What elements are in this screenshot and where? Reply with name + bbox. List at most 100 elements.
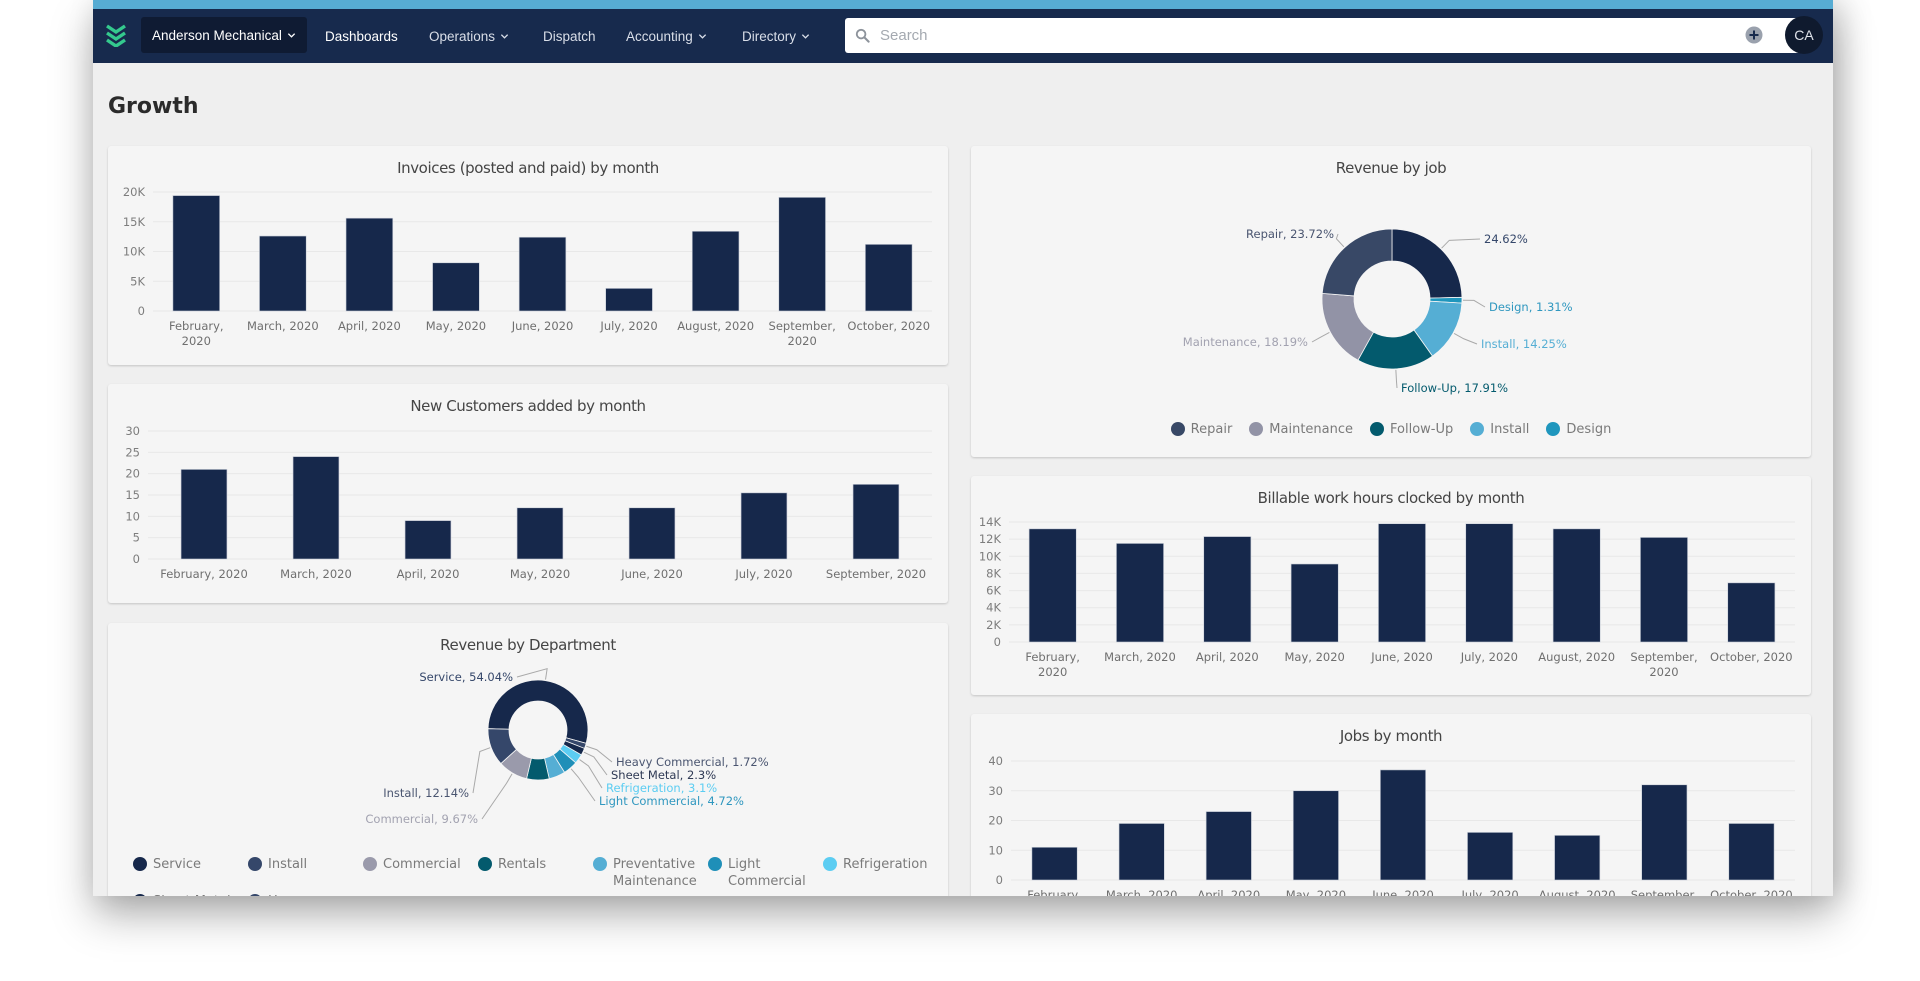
x-tick-label: October, 2020 [847, 319, 930, 333]
x-tick-label: October, 2020 [1710, 650, 1793, 664]
x-tick-label: August, 2020 [677, 319, 754, 333]
bar[interactable] [1205, 811, 1252, 881]
y-tick-label: 20 [125, 467, 140, 481]
bar[interactable] [1641, 784, 1688, 881]
bar[interactable] [1118, 823, 1165, 881]
y-tick-label: 40 [988, 754, 1003, 768]
legend-item[interactable]: Light Commercial [708, 856, 823, 890]
bar[interactable] [518, 236, 567, 312]
slice-label: Heavy Commercial, 1.72% [616, 755, 769, 769]
revenue-by-job-donut: 24.62% Design, 1.31% Install, 14.25% Follow… [1183, 227, 1573, 395]
nav-dashboards[interactable]: Dashboards [325, 9, 398, 63]
legend-item[interactable]: Rentals [478, 856, 593, 890]
bar[interactable] [1465, 523, 1514, 643]
x-tick-label: February, 2020 [169, 319, 224, 348]
legend-swatch [1470, 422, 1485, 436]
x-tick-label: June, 2020 [1371, 888, 1434, 896]
bar[interactable] [1031, 846, 1078, 881]
bar[interactable] [605, 288, 653, 312]
bar[interactable] [691, 230, 740, 312]
search-box[interactable] [845, 18, 1811, 53]
search-input[interactable] [880, 27, 1780, 44]
bar[interactable] [1727, 582, 1776, 643]
y-tick-label: 0 [133, 552, 140, 566]
bar[interactable] [1552, 528, 1601, 643]
y-tick-label: 10K [123, 245, 146, 259]
donut-slice[interactable] [1391, 228, 1463, 299]
nav-dispatch[interactable]: Dispatch [543, 9, 596, 63]
legend-item[interactable]: Maintenance [1249, 421, 1353, 438]
bar[interactable] [404, 520, 452, 560]
nav-directory[interactable]: Directory [742, 9, 810, 63]
x-tick-label: April, 2020 [1197, 888, 1260, 896]
bar[interactable] [180, 469, 228, 560]
nav-accounting[interactable]: Accounting [626, 9, 707, 63]
nav-accounting-label: Accounting [626, 28, 693, 44]
leader-line [481, 773, 513, 820]
bar[interactable] [1028, 528, 1077, 643]
legend-label: Preventative Maintenance [613, 857, 697, 889]
legend-item[interactable]: Refrigeration [823, 856, 933, 890]
bar[interactable] [1203, 536, 1252, 643]
bar[interactable] [516, 507, 564, 560]
y-tick-label: 25 [125, 445, 140, 459]
x-tick-label: May, 2020 [510, 567, 570, 581]
legend-item[interactable]: Follow-Up [1370, 421, 1453, 438]
bar[interactable] [778, 197, 826, 312]
bar[interactable] [865, 244, 913, 312]
chevron-down-icon [801, 33, 810, 39]
nav-operations[interactable]: Operations [429, 9, 509, 63]
legend-item[interactable]: Commercial [363, 856, 478, 890]
leader-line [516, 667, 548, 680]
legend-item[interactable]: Preventative Maintenance [593, 856, 708, 890]
bar[interactable] [1116, 543, 1164, 643]
x-tick-label: July, 2020 [1460, 650, 1518, 664]
bar[interactable] [1292, 790, 1339, 881]
legend-item[interactable]: Install [1470, 421, 1529, 438]
user-avatar[interactable]: CA [1785, 16, 1823, 54]
legend-label: Heavy [268, 893, 309, 896]
bar[interactable] [1728, 823, 1775, 881]
legend-item[interactable]: Design [1546, 421, 1611, 438]
chevrons-down-logo[interactable] [105, 23, 127, 47]
legend-swatch [1170, 422, 1185, 436]
bar[interactable] [1467, 832, 1514, 881]
bar[interactable] [345, 217, 394, 312]
bar[interactable] [852, 484, 900, 560]
legend-item[interactable]: Service [133, 856, 248, 890]
bar[interactable] [1290, 563, 1339, 643]
legend-item[interactable]: Repair [1170, 421, 1232, 438]
x-tick-label: September, 2020 [1631, 888, 1698, 896]
bar[interactable] [292, 456, 340, 560]
x-tick-label: July, 2020 [599, 319, 657, 333]
y-tick-label: 0 [138, 304, 145, 318]
bar[interactable] [1640, 537, 1688, 643]
legend-item[interactable]: Heavy [248, 893, 363, 896]
x-tick-label: March, 2020 [1106, 888, 1178, 896]
y-tick-label: 30 [988, 784, 1003, 798]
y-tick-label: 12K [979, 532, 1002, 546]
legend-label: Rentals [498, 857, 547, 872]
legend-swatch [133, 857, 147, 871]
x-tick-label: March, 2020 [1104, 650, 1176, 664]
invoices-bar-chart: 0 5K 10K 15K 20K February, 2020 March, 2020 Apri… [123, 185, 932, 348]
bar[interactable] [432, 262, 480, 312]
bar[interactable] [172, 195, 220, 312]
x-tick-label: February, 2020 [1027, 888, 1082, 896]
legend-label: Follow-Up [1390, 422, 1454, 437]
x-tick-label: May, 2020 [426, 319, 486, 333]
bar[interactable] [259, 235, 307, 312]
bar[interactable] [740, 492, 788, 560]
legend-swatch [1249, 422, 1264, 436]
plus-circle-icon[interactable] [1745, 26, 1763, 44]
bar[interactable] [1380, 769, 1426, 881]
legend-label: Design [1566, 422, 1612, 437]
legend-item[interactable]: Sheet Metal [133, 893, 248, 896]
bar[interactable] [1378, 523, 1426, 643]
bar[interactable] [628, 507, 676, 560]
organization-switcher[interactable]: Anderson Mechanical [141, 17, 307, 53]
y-tick-label: 15K [123, 215, 146, 229]
bar[interactable] [1554, 835, 1601, 881]
legend-item[interactable]: Install [248, 856, 363, 890]
y-tick-label: 10 [125, 509, 140, 523]
